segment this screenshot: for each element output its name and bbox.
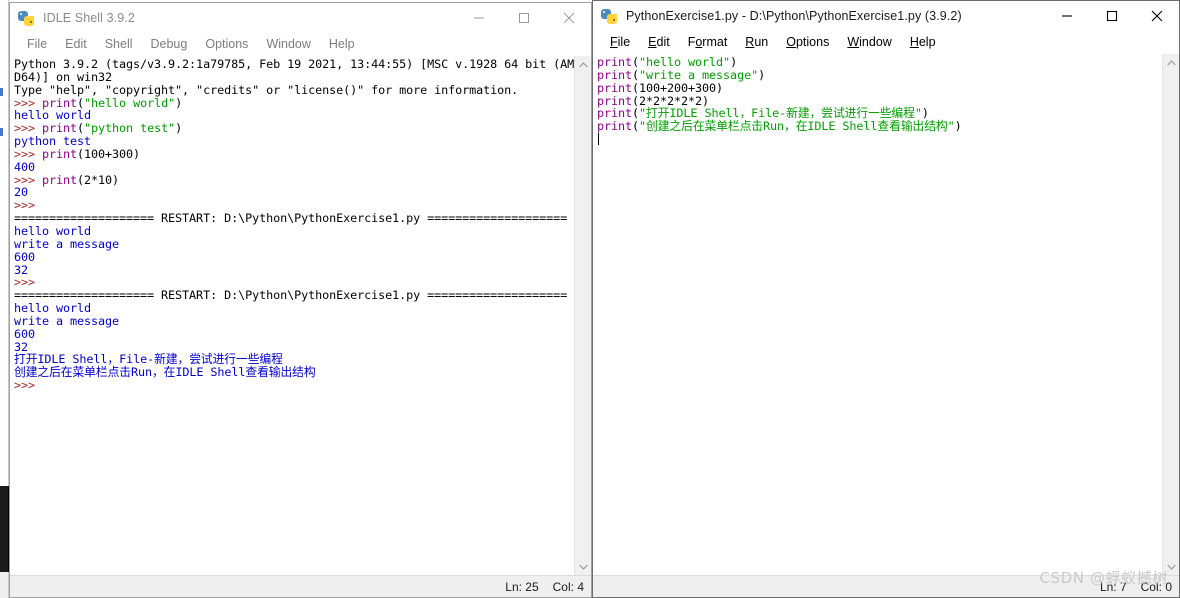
text-caret bbox=[598, 133, 599, 146]
python-editor-window[interactable]: PythonExercise1.py - D:\Python\PythonExe… bbox=[592, 0, 1180, 598]
editor-column-indicator: Col: 0 bbox=[1140, 579, 1172, 594]
shell-token-prompt: >>> bbox=[14, 378, 43, 393]
shell-line: 20 bbox=[14, 186, 574, 199]
background-window-sliver-dark[interactable] bbox=[0, 486, 9, 572]
shell-menu-options[interactable]: Options bbox=[196, 34, 257, 54]
minimize-icon[interactable] bbox=[456, 3, 501, 33]
maximize-icon[interactable] bbox=[501, 3, 546, 33]
editor-token-string: "创建之后在菜单栏点击Run，在IDLE Shell查看输出结构" bbox=[639, 119, 955, 134]
editor-statusbar: Ln: 7 Col: 0 bbox=[593, 575, 1179, 597]
shell-token-string: "python test" bbox=[84, 121, 176, 136]
close-icon[interactable] bbox=[1134, 1, 1179, 31]
shell-window-controls bbox=[456, 3, 591, 33]
scroll-down-icon[interactable] bbox=[1163, 558, 1180, 575]
shell-token-plain: ) bbox=[175, 95, 183, 110]
background-window-sliver-top[interactable] bbox=[0, 0, 9, 486]
shell-token-plain: ==================== RESTART: D:\Python\… bbox=[14, 211, 568, 226]
python-logo-icon bbox=[601, 8, 618, 25]
shell-line: ==================== RESTART: D:\Python\… bbox=[14, 289, 574, 302]
editor-line-indicator: Ln: 7 bbox=[1099, 579, 1127, 594]
editor-menubar[interactable]: File Edit Format Run Options Window Help bbox=[593, 31, 1179, 53]
shell-line: 创建之后在菜单栏点击Run，在IDLE Shell查看输出结构 bbox=[14, 366, 574, 379]
scroll-up-icon[interactable] bbox=[1163, 54, 1180, 71]
shell-menu-window[interactable]: Window bbox=[257, 34, 319, 54]
editor-menu-options[interactable]: Options bbox=[777, 32, 838, 52]
background-window-sliver-bottom[interactable] bbox=[0, 572, 9, 598]
shell-line: 32 bbox=[14, 263, 574, 277]
editor-menu-window[interactable]: Window bbox=[838, 32, 900, 52]
editor-token-plain: ) bbox=[954, 119, 962, 134]
desktop-root: IDLE Shell 3.9.2 File Edit Shell Debug Optio… bbox=[0, 0, 1180, 598]
editor-token-builtin: print bbox=[597, 119, 633, 134]
shell-line: >>> bbox=[14, 379, 574, 392]
minimize-icon[interactable] bbox=[1044, 1, 1089, 31]
shell-menu-file[interactable]: File bbox=[18, 34, 56, 54]
background-marker-2-icon bbox=[0, 128, 3, 136]
editor-pane-wrap: print("hello world") print("write a messa… bbox=[593, 53, 1179, 575]
shell-line: >>> print("hello world") bbox=[14, 95, 574, 110]
shell-line: >>> print(2*10) bbox=[14, 172, 574, 187]
shell-token-builtin: print bbox=[42, 172, 78, 187]
editor-menu-edit[interactable]: Edit bbox=[639, 32, 679, 52]
editor-code-pane[interactable]: print("hello world") print("write a messa… bbox=[593, 54, 1162, 575]
close-icon[interactable] bbox=[546, 3, 591, 33]
editor-menu-format[interactable]: Format bbox=[679, 32, 737, 52]
shell-pane-wrap: Python 3.9.2 (tags/v3.9.2:1a79785, Feb 1… bbox=[10, 55, 591, 575]
editor-token-plain: ( bbox=[632, 119, 640, 134]
shell-vertical-scrollbar[interactable] bbox=[574, 56, 591, 575]
shell-menubar[interactable]: File Edit Shell Debug Options Window Help bbox=[10, 33, 591, 55]
shell-token-plain: (2*10) bbox=[77, 172, 120, 187]
shell-menu-edit[interactable]: Edit bbox=[56, 34, 96, 54]
editor-titlebar[interactable]: PythonExercise1.py - D:\Python\PythonExe… bbox=[593, 1, 1179, 31]
scroll-thumb[interactable] bbox=[574, 75, 591, 556]
shell-token-plain: ==================== RESTART: D:\Python\… bbox=[14, 288, 568, 303]
shell-titlebar[interactable]: IDLE Shell 3.9.2 bbox=[10, 3, 591, 33]
shell-line: 600 bbox=[14, 250, 574, 264]
maximize-icon[interactable] bbox=[1089, 1, 1134, 31]
editor-window-controls bbox=[1044, 1, 1179, 31]
editor-token-plain: ) bbox=[758, 67, 766, 82]
shell-token-string: "hello world" bbox=[84, 95, 176, 110]
idle-shell-window[interactable]: IDLE Shell 3.9.2 File Edit Shell Debug Optio… bbox=[9, 2, 592, 598]
scroll-thumb[interactable] bbox=[1162, 72, 1179, 557]
shell-output-pane[interactable]: Python 3.9.2 (tags/v3.9.2:1a79785, Feb 1… bbox=[10, 56, 574, 575]
background-marker-1-icon bbox=[0, 88, 3, 96]
editor-vertical-scrollbar[interactable] bbox=[1162, 54, 1179, 575]
shell-line: 600 bbox=[14, 327, 574, 341]
shell-token-plain: (100+300) bbox=[77, 146, 141, 161]
shell-line: >>> print("python test") bbox=[14, 122, 574, 135]
editor-menu-help[interactable]: Help bbox=[901, 32, 945, 52]
shell-menu-debug[interactable]: Debug bbox=[142, 34, 197, 54]
scroll-up-icon[interactable] bbox=[575, 56, 592, 73]
editor-menu-file[interactable]: File bbox=[601, 32, 639, 52]
shell-line-indicator: Ln: 25 bbox=[505, 579, 539, 594]
shell-menu-help[interactable]: Help bbox=[320, 34, 364, 54]
shell-menu-shell[interactable]: Shell bbox=[96, 34, 142, 54]
shell-statusbar: Ln: 25 Col: 4 bbox=[10, 575, 591, 597]
editor-line: print("创建之后在菜单栏点击Run，在IDLE Shell查看输出结构") bbox=[597, 120, 1162, 133]
shell-line: ==================== RESTART: D:\Python\… bbox=[14, 212, 574, 225]
shell-token-builtin: print bbox=[42, 146, 78, 161]
shell-line: >>> print(100+300) bbox=[14, 146, 574, 161]
shell-line: write a message bbox=[14, 314, 574, 328]
editor-window-title: PythonExercise1.py - D:\Python\PythonExe… bbox=[626, 9, 962, 23]
shell-token-output: 创建之后在菜单栏点击Run，在IDLE Shell查看输出结构 bbox=[14, 365, 316, 380]
editor-menu-run[interactable]: Run bbox=[736, 32, 777, 52]
python-logo-icon bbox=[18, 10, 35, 27]
shell-window-title: IDLE Shell 3.9.2 bbox=[43, 11, 135, 25]
editor-caret-line bbox=[597, 133, 1162, 146]
shell-token-plain: ) bbox=[175, 121, 183, 136]
shell-column-indicator: Col: 4 bbox=[552, 579, 584, 594]
shell-line: write a message bbox=[14, 237, 574, 251]
scroll-down-icon[interactable] bbox=[575, 558, 592, 575]
